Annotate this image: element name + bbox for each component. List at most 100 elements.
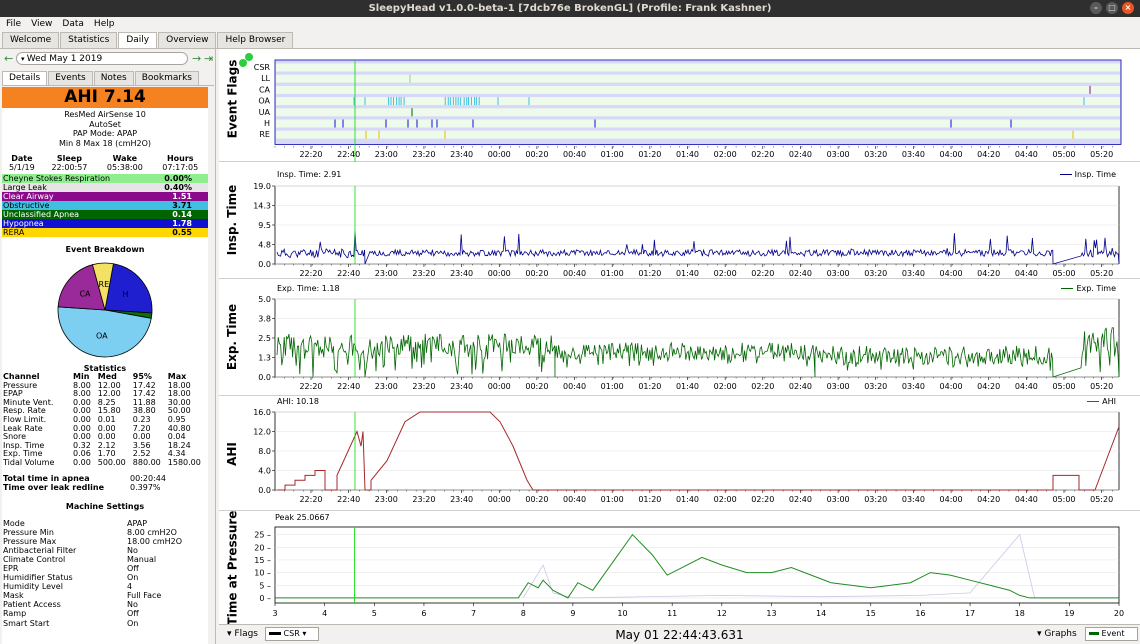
total-apnea-row: Total time in apnea 00:20:44 bbox=[2, 474, 208, 484]
tab-notes[interactable]: Notes bbox=[93, 71, 134, 85]
menu-help[interactable]: Help bbox=[94, 17, 115, 31]
insp-time-chart[interactable]: 19.0 14.3 9.5 4.8 0.0 22:20 22:40 23:00 23:20 23:… bbox=[219, 162, 1140, 279]
time-tick-label: 22:20 bbox=[299, 150, 322, 159]
last-day-arrow-icon[interactable]: ⇥ bbox=[204, 52, 213, 65]
time-tick-label: 00:00 bbox=[488, 269, 511, 278]
exp-time-chart[interactable]: 5.0 3.8 2.5 1.3 0.0 22:20 22:40 23:00 23:20 23:40… bbox=[219, 279, 1140, 396]
tab-details[interactable]: Details bbox=[2, 71, 48, 85]
time-tick-label: 03:40 bbox=[902, 269, 925, 278]
minimize-icon[interactable]: – bbox=[1090, 2, 1102, 14]
next-day-arrow-icon[interactable]: → bbox=[192, 52, 201, 65]
setting-value: 18.00 cmH2O bbox=[127, 536, 183, 546]
time-tick-label: 01:40 bbox=[676, 382, 699, 391]
event-row-unclassified-apnea[interactable]: Unclassified Apnea 0.14 bbox=[2, 210, 208, 219]
close-icon[interactable]: × bbox=[1122, 2, 1134, 14]
event-row-obstructive[interactable]: Obstructive 3.71 bbox=[2, 201, 208, 210]
setting-label: Mask bbox=[3, 591, 24, 601]
stats-cell: 1580.00 bbox=[167, 457, 201, 467]
time-tick-label: 23:40 bbox=[450, 495, 473, 504]
pressure-tick-label: 12 bbox=[717, 609, 727, 618]
sleep-start: 22:00:57 bbox=[51, 163, 88, 172]
setting-label: Humidifier Status bbox=[3, 573, 73, 583]
time-tick-label: 05:00 bbox=[1052, 382, 1075, 391]
time-tick-label: 02:40 bbox=[789, 269, 812, 278]
time-tick-label: 05:00 bbox=[1052, 150, 1075, 159]
flag-row-label-ua: UA bbox=[259, 108, 271, 117]
time-tick-label: 03:40 bbox=[902, 382, 925, 391]
flag-row-label-ll: LL bbox=[261, 74, 270, 83]
total-apnea-value: 00:20:44 bbox=[130, 473, 166, 483]
time-tick-label: 05:00 bbox=[1052, 269, 1075, 278]
menu-data[interactable]: Data bbox=[62, 17, 84, 31]
tab-bookmarks[interactable]: Bookmarks bbox=[134, 71, 199, 85]
tab-welcome[interactable]: Welcome bbox=[2, 32, 60, 48]
time-tick-label: 02:40 bbox=[789, 150, 812, 159]
y-tick-label: 25 – bbox=[254, 531, 271, 540]
setting-label: Climate Control bbox=[3, 554, 66, 564]
ahi-chart[interactable]: 16.0 12.0 8.0 4.0 0.0 22:20 22:40 23:00 23:20 23:… bbox=[219, 396, 1140, 511]
maximize-icon[interactable]: □ bbox=[1106, 2, 1118, 14]
setting-epr: EPR Off bbox=[2, 564, 208, 573]
date-selector[interactable]: ▾ Wed May 1 2019 bbox=[16, 52, 188, 65]
time-tick-label: 04:00 bbox=[940, 495, 963, 504]
tab-daily[interactable]: Daily bbox=[118, 32, 158, 48]
pressure-range: Min 8 Max 18 (cmH2O) bbox=[58, 138, 151, 148]
pressure-tick-label: 16 bbox=[915, 609, 925, 618]
event-row-rera[interactable]: RERA 0.55 bbox=[2, 228, 208, 237]
setting-label: Mode bbox=[3, 518, 25, 528]
graphs-dropdown-button[interactable]: ▾ Graphs bbox=[1037, 628, 1077, 641]
flag-row-label-csr: CSR bbox=[254, 63, 271, 72]
time-tick-label: 23:40 bbox=[450, 150, 473, 159]
events-combo[interactable]: Event bbox=[1085, 627, 1138, 641]
time-tick-label: 05:00 bbox=[1052, 495, 1075, 504]
setting-patient-access: Patient Access No bbox=[2, 600, 208, 609]
statistics-table: Channel Min Med 95% Max Pressure 8.00 12.00 17.4… bbox=[2, 372, 208, 468]
event-value: 0.40% bbox=[164, 183, 192, 192]
time-at-pressure-chart[interactable]: 25 – 20 – 15 – 10 – 5 – 0 –3 4 5 6 7 8 9 10 11 12 13 14 1… bbox=[219, 511, 1140, 624]
setting-value: On bbox=[127, 573, 139, 583]
y-tick-label: 1.3 bbox=[258, 354, 271, 363]
time-tick-label: 03:00 bbox=[827, 269, 850, 278]
tab-statistics[interactable]: Statistics bbox=[60, 32, 118, 48]
bottom-bar: ▾ Flags CSR ▾ May 01 22:44:43.631 ▾ Grap… bbox=[219, 624, 1140, 644]
time-tick-label: 02:00 bbox=[714, 269, 737, 278]
time-tick-label: 01:20 bbox=[638, 382, 661, 391]
time-tick-label: 03:20 bbox=[864, 150, 887, 159]
time-tick-label: 00:20 bbox=[525, 269, 548, 278]
pie-title: Event Breakdown bbox=[65, 245, 145, 254]
time-tick-label: 02:20 bbox=[751, 495, 774, 504]
pressure-tick-label: 20 bbox=[1114, 609, 1124, 618]
pie-label-h: H bbox=[122, 290, 128, 299]
pressure-panel: Time at Pressure Peak 25.0667 25 –20 –15… bbox=[219, 510, 1140, 625]
pin-icon bbox=[239, 53, 253, 67]
setting-label: Ramp bbox=[3, 609, 27, 619]
event-row-clear-airway[interactable]: Clear Airway 1.51 bbox=[2, 192, 208, 201]
ahi-panel: AHI AHI: 10.18 AHI 16.0 12.0 8.0 4.0 0.0 22:2… bbox=[219, 396, 1140, 511]
flag-row-label-oa: OA bbox=[258, 97, 270, 106]
setting-label: Humidity Level bbox=[3, 582, 63, 592]
event-row-hypopnea[interactable]: Hypopnea 1.78 bbox=[2, 219, 208, 228]
y-tick-label: 12.0 bbox=[253, 428, 271, 437]
time-tick-label: 04:40 bbox=[1015, 382, 1038, 391]
prev-day-arrow-icon[interactable]: ← bbox=[4, 52, 13, 65]
menu-view[interactable]: View bbox=[31, 17, 52, 31]
tab-events[interactable]: Events bbox=[48, 71, 93, 85]
y-tick-label: 19.0 bbox=[253, 182, 271, 191]
event-label: Hypopnea bbox=[3, 219, 44, 228]
tab-help-browser[interactable]: Help Browser bbox=[217, 32, 294, 48]
time-tick-label: 01:20 bbox=[638, 495, 661, 504]
time-tick-label: 01:20 bbox=[638, 269, 661, 278]
tab-overview[interactable]: Overview bbox=[158, 32, 217, 48]
pressure-tick-label: 10 bbox=[617, 609, 627, 618]
event-row-cheyne-stokes-respiration[interactable]: Cheyne Stokes Respiration 0.00% bbox=[2, 174, 208, 183]
menu-file[interactable]: File bbox=[6, 17, 21, 31]
event-flags-chart[interactable]: CSR LL CA OA UA H RE 22:20 22:40 23:00 23:20 23:40 0… bbox=[219, 49, 1140, 162]
exp-time-panel: Exp. Time Exp. Time: 1.18 Exp. Time 5.0 3… bbox=[219, 279, 1140, 396]
setting-ramp: Ramp Off bbox=[2, 609, 208, 618]
event-row-large-leak[interactable]: Large Leak 0.40% bbox=[2, 183, 208, 192]
event-label: Large Leak bbox=[3, 183, 47, 192]
time-tick-label: 02:40 bbox=[789, 382, 812, 391]
time-tick-label: 22:20 bbox=[299, 269, 322, 278]
setting-value: Off bbox=[127, 609, 139, 619]
event-label: Cheyne Stokes Respiration bbox=[3, 174, 111, 183]
